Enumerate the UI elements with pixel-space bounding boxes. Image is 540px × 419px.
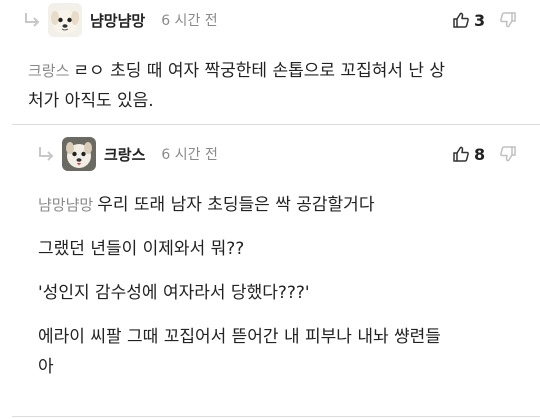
comment-text: 그랬던 년들이 이제와서 뭐??: [38, 239, 245, 259]
vote-group-2: 8: [452, 142, 517, 166]
comment-header-1: 냠망냠망 6 시간 전: [22, 0, 218, 40]
mention-tag[interactable]: 크랑스: [28, 62, 69, 80]
divider: [12, 124, 540, 125]
reply-arrow-icon: [25, 13, 40, 27]
thumbs-up-icon[interactable]: [452, 145, 470, 163]
avatar[interactable]: [62, 137, 96, 171]
comment-author[interactable]: 크랑스: [104, 144, 145, 165]
mention-tag[interactable]: 냠망냠망: [38, 196, 93, 214]
comment-text: 에라이 씨팔 그때 꼬집어서 뜯어간 내 피부나 내놔 썅련들: [38, 327, 441, 347]
thumbs-down-icon[interactable]: [499, 145, 517, 163]
like-count: 3: [474, 10, 486, 30]
comment-timestamp: 6 시간 전: [161, 147, 218, 163]
comment-timestamp: 6 시간 전: [161, 13, 218, 29]
divider: [12, 416, 540, 417]
comment-text: '성인지 감수성에 여자라서 당했다???': [38, 283, 310, 303]
thumbs-up-icon[interactable]: [452, 11, 470, 29]
comment-text: 우리 또래 남자 초딩들은 싹 공감할거다: [97, 195, 375, 215]
comment-text: 아: [38, 357, 54, 377]
vote-group-1: 3: [452, 8, 517, 32]
thumbs-down-icon[interactable]: [499, 11, 517, 29]
comment-text: ㄹㅇ 초딩 때 여자 짝궁한테 손톱으로 꼬집혀서 난 상: [73, 61, 446, 81]
dog-avatar-icon: [48, 3, 82, 37]
comment-body-2: 냠망냠망 우리 또래 남자 초딩들은 싹 공감할거다 그랬던 년들이 이제와서 뭐…: [38, 190, 533, 382]
comment-body-1: 크랑스 ㄹㅇ 초딩 때 여자 짝궁한테 손톱으로 꼬집혀서 난 상 처가 아직도 …: [28, 56, 445, 116]
comment-author[interactable]: 냠망냠망: [90, 10, 145, 31]
comment-text: 처가 아직도 있음.: [28, 91, 154, 111]
avatar[interactable]: [48, 3, 82, 37]
like-count: 8: [474, 144, 486, 164]
reply-arrow-icon: [39, 147, 54, 161]
comment-header-2: 크랑스 6 시간 전: [36, 134, 218, 174]
dog-avatar-icon: [62, 137, 96, 171]
